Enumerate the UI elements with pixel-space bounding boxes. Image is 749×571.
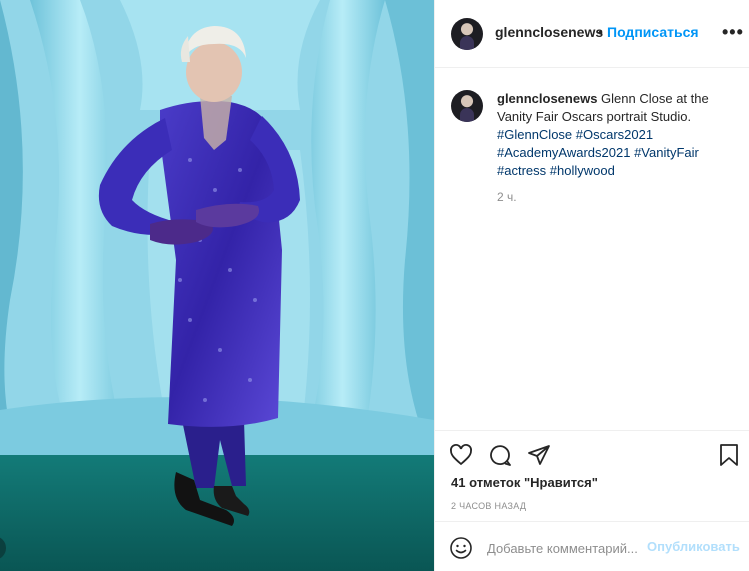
post-actions: 41 отметок "Нравится" 2 ЧАСОВ НАЗАД Опуб… [435,430,749,570]
hashtag-academyawards2021[interactable]: #AcademyAwards2021 [497,145,630,160]
likes-count[interactable]: 41 отметок "Нравится" [451,475,598,490]
publish-button[interactable]: Опубликовать [647,539,740,554]
hashtag-oscars2021[interactable]: #Oscars2021 [576,127,653,142]
heart-icon[interactable] [449,443,473,467]
hashtag-glennclose[interactable]: #GlennClose [497,127,572,142]
comment-form: Опубликовать [435,521,749,571]
comment-input[interactable] [487,538,647,558]
follow-button[interactable]: Подписаться [607,24,699,40]
post-side-panel: glennclosenews • Подписаться ••• glenncl… [434,0,749,571]
paper-plane-icon[interactable] [527,443,551,467]
caption-avatar[interactable] [451,90,483,122]
caption-text-block: glennclosenews Glenn Close at the Vanity… [497,90,737,180]
comment-bubble-icon[interactable] [488,443,512,467]
caption-username[interactable]: glennclosenews [497,91,597,106]
author-avatar[interactable] [451,18,483,50]
post-header: glennclosenews • Подписаться ••• [435,0,749,68]
header-separator: • [598,24,603,40]
hashtag-vanityfair[interactable]: #VanityFair [634,145,699,160]
bookmark-icon[interactable] [718,443,740,467]
author-username[interactable]: glennclosenews [495,24,603,40]
posted-time[interactable]: 2 ЧАСОВ НАЗАД [451,501,526,511]
caption-timestamp[interactable]: 2 ч. [497,190,517,204]
photo-illustration [0,0,434,571]
hashtag-actress[interactable]: #actress [497,163,546,178]
post-photo[interactable] [0,0,434,571]
smiley-icon[interactable] [449,536,473,560]
more-options-icon[interactable]: ••• [722,22,744,43]
hashtag-hollywood[interactable]: #hollywood [550,163,615,178]
